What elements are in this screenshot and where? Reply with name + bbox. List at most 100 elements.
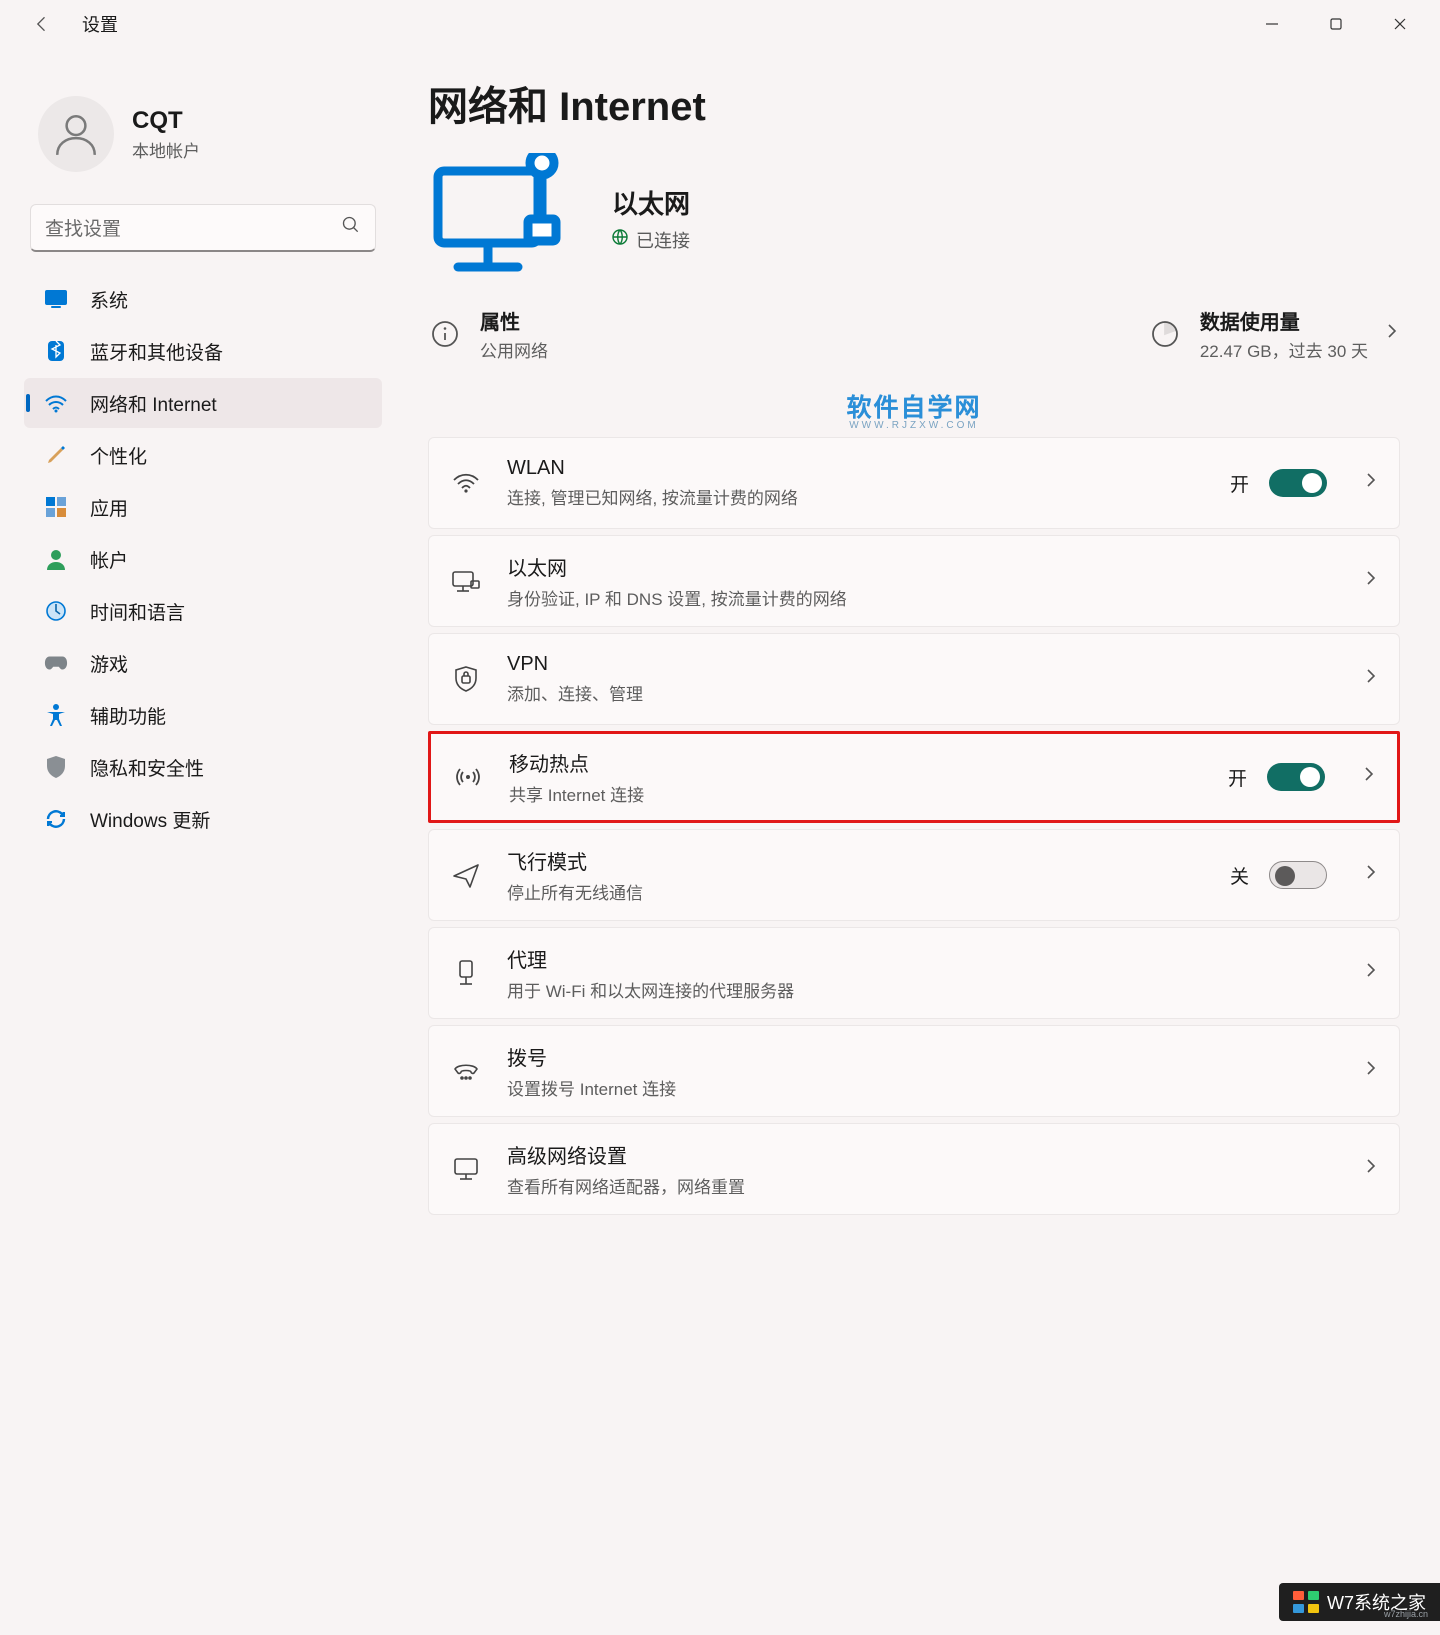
footer-badge: W7系统之家 w7zhijia.cn	[1279, 1583, 1440, 1621]
nav-gaming[interactable]: 游戏	[24, 638, 382, 688]
row-title: 代理	[507, 944, 1323, 973]
chevron-right-icon	[1363, 668, 1379, 690]
shield-icon	[44, 755, 68, 779]
profile-name: CQT	[132, 107, 200, 135]
page-title: 网络和 Internet	[428, 74, 1400, 132]
row-wlan[interactable]: WLAN 连接, 管理已知网络, 按流量计费的网络 开	[428, 437, 1400, 529]
close-button[interactable]	[1368, 4, 1432, 44]
hotspot-icon	[451, 765, 485, 789]
phone-icon	[449, 1060, 483, 1082]
chevron-right-icon	[1384, 323, 1400, 345]
maximize-button[interactable]	[1304, 4, 1368, 44]
row-vpn[interactable]: VPN 添加、连接、管理	[428, 633, 1400, 725]
connection-state: 已连接	[636, 227, 690, 253]
toggle-label: 开	[1230, 470, 1249, 497]
globe-time-icon	[44, 599, 68, 623]
row-title: 拨号	[507, 1042, 1323, 1071]
wifi-icon	[44, 391, 68, 415]
nav-privacy[interactable]: 隐私和安全性	[24, 742, 382, 792]
minimize-button[interactable]	[1240, 4, 1304, 44]
wlan-toggle[interactable]	[1269, 469, 1327, 497]
profile-block[interactable]: CQT 本地帐户	[24, 92, 382, 198]
toggle-label: 关	[1230, 862, 1249, 889]
nav-accessibility[interactable]: 辅助功能	[24, 690, 382, 740]
nav-label: 系统	[90, 286, 128, 313]
nav-label: 隐私和安全性	[90, 754, 204, 781]
nav-label: 网络和 Internet	[90, 390, 217, 417]
row-advanced[interactable]: 高级网络设置 查看所有网络适配器，网络重置	[428, 1123, 1400, 1215]
row-airplane[interactable]: 飞行模式 停止所有无线通信 关	[428, 829, 1400, 921]
properties-subtitle: 公用网络	[480, 337, 548, 362]
system-icon	[44, 287, 68, 311]
row-subtitle: 查看所有网络适配器，网络重置	[507, 1173, 1323, 1198]
connection-name: 以太网	[612, 184, 690, 221]
row-title: VPN	[507, 653, 1323, 676]
row-subtitle: 用于 Wi-Fi 和以太网连接的代理服务器	[507, 977, 1323, 1002]
w7-logo-icon	[1293, 1591, 1319, 1613]
sidebar: CQT 本地帐户 查找设置 系统 蓝牙和其他设备	[0, 68, 390, 1215]
accessibility-icon	[44, 703, 68, 727]
chevron-right-icon	[1363, 1060, 1379, 1082]
chevron-right-icon	[1363, 962, 1379, 984]
nav-personalization[interactable]: 个性化	[24, 430, 382, 480]
nav-windows-update[interactable]: Windows 更新	[24, 794, 382, 844]
chevron-right-icon	[1363, 472, 1379, 494]
row-title: 高级网络设置	[507, 1140, 1323, 1169]
footer-tiny: w7zhijia.cn	[1384, 1609, 1428, 1619]
row-ethernet[interactable]: 以太网 身份验证, IP 和 DNS 设置, 按流量计费的网络	[428, 535, 1400, 627]
ethernet-status-icon	[428, 158, 578, 278]
nav-accounts[interactable]: 帐户	[24, 534, 382, 584]
nav-bluetooth[interactable]: 蓝牙和其他设备	[24, 326, 382, 376]
back-button[interactable]	[30, 12, 54, 36]
connection-status: 以太网 已连接	[428, 158, 1400, 278]
nav-label: Windows 更新	[90, 806, 210, 833]
wifi-icon	[449, 472, 483, 494]
nav-system[interactable]: 系统	[24, 274, 382, 324]
properties-title: 属性	[480, 306, 548, 335]
nav-network[interactable]: 网络和 Internet	[24, 378, 382, 428]
airplane-toggle[interactable]	[1269, 861, 1327, 889]
row-subtitle: 添加、连接、管理	[507, 680, 1323, 705]
profile-subtitle: 本地帐户	[132, 137, 200, 162]
vpn-shield-icon	[449, 665, 483, 693]
data-usage-link[interactable]: 数据使用量 22.47 GB，过去 30 天	[1148, 306, 1368, 362]
person-icon	[44, 547, 68, 571]
nav-label: 时间和语言	[90, 598, 185, 625]
nav-label: 辅助功能	[90, 702, 166, 729]
nav-time-language[interactable]: 时间和语言	[24, 586, 382, 636]
chevron-right-icon	[1361, 766, 1377, 788]
main-content: 网络和 Internet 以太网 已连接	[390, 68, 1440, 1215]
nav-label: 游戏	[90, 650, 128, 677]
properties-link[interactable]: 属性 公用网络	[428, 306, 548, 362]
data-usage-subtitle: 22.47 GB，过去 30 天	[1200, 337, 1368, 362]
app-title: 设置	[82, 11, 118, 37]
row-subtitle: 连接, 管理已知网络, 按流量计费的网络	[507, 484, 847, 509]
chevron-right-icon	[1363, 570, 1379, 592]
avatar	[38, 96, 114, 172]
row-hotspot[interactable]: 移动热点 共享 Internet 连接 开	[428, 731, 1400, 823]
row-subtitle: 停止所有无线通信	[507, 879, 1206, 904]
nav-label: 应用	[90, 494, 128, 521]
hotspot-toggle[interactable]	[1267, 763, 1325, 791]
row-subtitle: 设置拨号 Internet 连接	[507, 1075, 1323, 1100]
row-title: 移动热点	[509, 748, 1204, 777]
nav-label: 帐户	[90, 546, 128, 573]
ethernet-icon	[449, 569, 483, 593]
search-input[interactable]: 查找设置	[30, 204, 376, 252]
update-icon	[44, 807, 68, 831]
toggle-label: 开	[1228, 764, 1247, 791]
gamepad-icon	[44, 651, 68, 675]
chevron-right-icon	[1363, 1158, 1379, 1180]
nav-label: 蓝牙和其他设备	[90, 338, 223, 365]
data-usage-icon	[1148, 317, 1182, 351]
brush-icon	[44, 443, 68, 467]
proxy-icon	[449, 959, 483, 987]
globe-icon	[612, 229, 628, 250]
row-proxy[interactable]: 代理 用于 Wi-Fi 和以太网连接的代理服务器	[428, 927, 1400, 1019]
row-dial[interactable]: 拨号 设置拨号 Internet 连接	[428, 1025, 1400, 1117]
chevron-right-icon	[1363, 864, 1379, 886]
watermark-sub: WWW.RJZXW.COM	[428, 420, 1400, 431]
nav-apps[interactable]: 应用	[24, 482, 382, 532]
bluetooth-icon	[44, 339, 68, 363]
watermark-text: 软件自学网	[428, 388, 1400, 424]
